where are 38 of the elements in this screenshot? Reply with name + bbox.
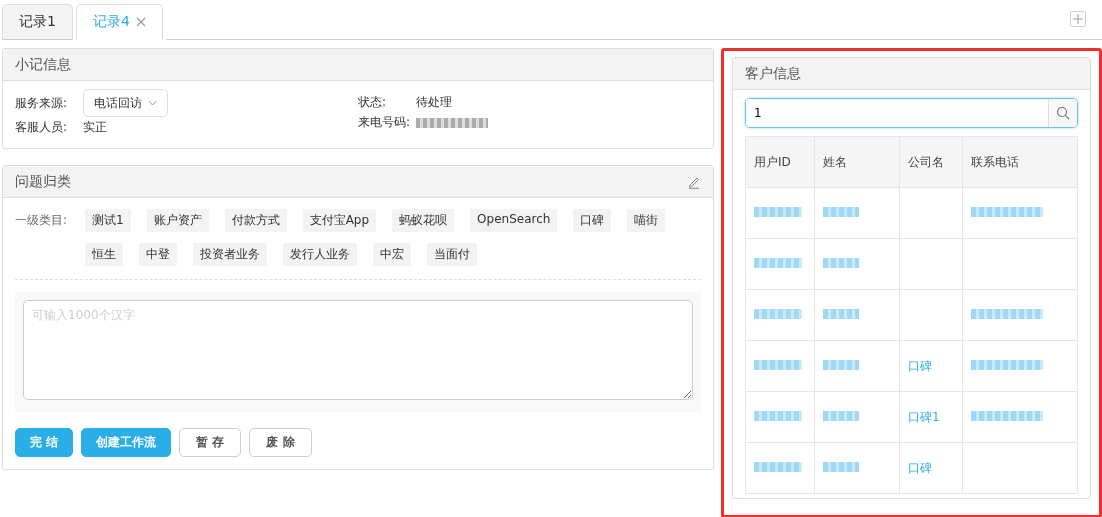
- category-tag[interactable]: 中宏: [373, 243, 411, 266]
- category-tag[interactable]: OpenSearch: [470, 209, 558, 232]
- column-header: 姓名: [814, 136, 900, 188]
- search-icon: [1056, 106, 1070, 120]
- category-tag[interactable]: 蚂蚁花呗: [392, 209, 455, 232]
- category-tag[interactable]: 当面付: [427, 243, 477, 266]
- column-header: 用户ID: [745, 136, 815, 188]
- category-tag[interactable]: 测试1: [85, 209, 131, 232]
- category-tag[interactable]: 中登: [139, 243, 177, 266]
- search-button[interactable]: [1048, 99, 1077, 127]
- field-value: 实正: [83, 119, 107, 136]
- tab[interactable]: 记录1: [2, 4, 73, 40]
- column-header: 联系电话: [962, 136, 1078, 188]
- category-tag[interactable]: 支付宝App: [302, 209, 377, 232]
- column-header: 公司名: [899, 136, 963, 188]
- category-tag[interactable]: 账户资产: [146, 209, 209, 232]
- field-label: 客服人员:: [15, 119, 69, 136]
- category-tag[interactable]: 投资者业务: [193, 243, 267, 266]
- panel-title: 问题归类: [15, 172, 71, 191]
- field-label: 来电号码:: [358, 114, 412, 131]
- field-label: 状态:: [358, 94, 388, 111]
- category-tag[interactable]: 付款方式: [224, 209, 287, 232]
- close-icon[interactable]: [135, 17, 146, 27]
- action-button[interactable]: 废 除: [249, 428, 312, 457]
- field-value: 待处理: [416, 94, 452, 111]
- category-tag[interactable]: 恒生: [85, 243, 123, 266]
- category-tag[interactable]: 喵街: [627, 209, 666, 232]
- source-dropdown[interactable]: 电话回访: [83, 89, 168, 117]
- panel-title: 小记信息: [15, 55, 71, 74]
- field-label: 一级类目:: [15, 212, 69, 229]
- field-label: 服务来源:: [15, 94, 69, 112]
- category-tag[interactable]: 发行人业务: [283, 243, 357, 266]
- add-tab-icon[interactable]: [1070, 11, 1086, 27]
- panel-title: 客户信息: [745, 64, 801, 83]
- chevron-down-icon: [148, 100, 157, 106]
- search-field[interactable]: 1: [745, 98, 1078, 128]
- category-tag[interactable]: 口碑: [573, 209, 612, 232]
- action-button[interactable]: 暂 存: [179, 428, 242, 457]
